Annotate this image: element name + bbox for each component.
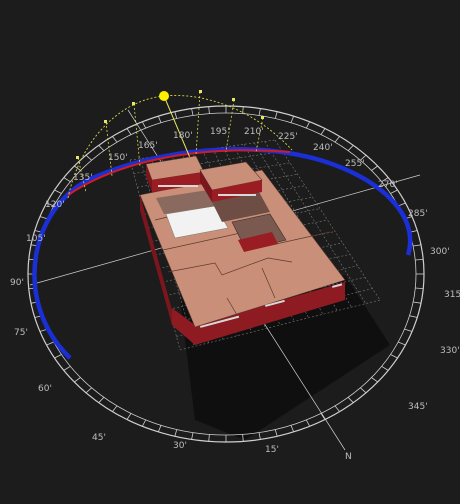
compass-tick: [404, 328, 413, 332]
compass-tick: [320, 128, 326, 135]
azimuth-label: 60': [38, 384, 52, 394]
compass-tick: [258, 108, 261, 116]
compass-tick: [208, 106, 210, 114]
azimuth-label: 90': [10, 278, 24, 288]
compass-tick: [126, 413, 132, 420]
azimuth-label: 270': [378, 180, 398, 190]
compass-tick: [141, 419, 147, 427]
compass-tick: [409, 315, 418, 318]
azimuth-label: 180': [173, 131, 193, 141]
azimuth-label: 150': [108, 153, 128, 163]
compass-tick: [63, 177, 71, 183]
compass-tick: [98, 397, 105, 403]
azimuth-label: 30': [173, 441, 187, 451]
compass-tick: [74, 377, 81, 383]
compass-tick: [54, 189, 62, 194]
azimuth-label: 330': [440, 346, 460, 356]
compass-tick: [242, 106, 244, 114]
compass-tick: [274, 429, 278, 437]
azimuth-label: 255': [345, 159, 365, 169]
compass-tick: [381, 365, 389, 371]
compass-tick: [157, 115, 162, 123]
azimuth-label: 345': [408, 402, 428, 412]
compass-tick: [305, 419, 311, 427]
compass-tick: [413, 301, 422, 304]
sun-icon[interactable]: [159, 91, 169, 101]
sun-study-viewport[interactable]: 15' 30' 45' 60' 75' 90' 105' 120' 135' 150' 165' 18…: [0, 0, 460, 504]
compass-tick: [126, 128, 132, 135]
compass-tick: [347, 145, 354, 151]
compass-tick: [371, 377, 378, 383]
azimuth-label: 135': [73, 173, 93, 183]
compass-tick: [371, 165, 378, 171]
compass-tick: [274, 111, 278, 119]
compass-tick: [85, 387, 92, 394]
azimuth-label: 300': [430, 247, 450, 257]
compass-tick: [398, 341, 406, 346]
compass-tick: [157, 425, 162, 433]
compass-tick: [112, 405, 118, 412]
azimuth-label: 15': [265, 445, 279, 455]
compass-tick: [46, 341, 54, 346]
compass-tick: [334, 136, 340, 143]
compass-tick: [208, 434, 210, 442]
compass-tick: [290, 425, 295, 433]
compass-tick: [290, 115, 295, 123]
compass-tick: [258, 432, 261, 440]
azimuth-label: 240': [313, 143, 333, 153]
azimuth-label: 165': [138, 141, 158, 151]
compass-tick: [112, 136, 118, 143]
compass-tick: [305, 121, 311, 129]
azimuth-label: 120': [45, 200, 65, 210]
compass-tick: [360, 387, 367, 394]
compass-tick: [174, 429, 178, 437]
scene-3d-view[interactable]: 15' 30' 45' 60' 75' 90' 105' 120' 135' 150' 165' 18…: [0, 0, 460, 504]
compass-tick: [415, 287, 424, 289]
azimuth-label: 225': [278, 132, 298, 142]
compass-tick: [191, 432, 194, 440]
azimuth-label: 105': [26, 234, 46, 244]
compass-tick: [390, 354, 398, 359]
azimuth-label: 210': [244, 127, 264, 137]
azimuth-label: 315': [444, 290, 460, 300]
azimuth-label: 285': [408, 209, 428, 219]
compass-tick: [141, 121, 147, 129]
azimuth-label: 45': [92, 433, 106, 443]
compass-tick: [63, 365, 71, 371]
compass-tick: [390, 189, 398, 194]
azimuth-label: 75': [14, 328, 28, 338]
compass-tick: [334, 405, 340, 412]
compass-tick: [347, 397, 354, 403]
compass-tick: [320, 413, 326, 420]
compass-tick: [85, 154, 92, 161]
compass-tick: [413, 244, 422, 247]
compass-tick: [98, 145, 105, 151]
compass-tick: [191, 108, 194, 116]
compass-tick: [54, 354, 62, 359]
compass-tick: [174, 111, 178, 119]
azimuth-label: 195': [210, 127, 230, 137]
north-marker: N: [345, 452, 352, 462]
compass-tick: [415, 259, 424, 261]
